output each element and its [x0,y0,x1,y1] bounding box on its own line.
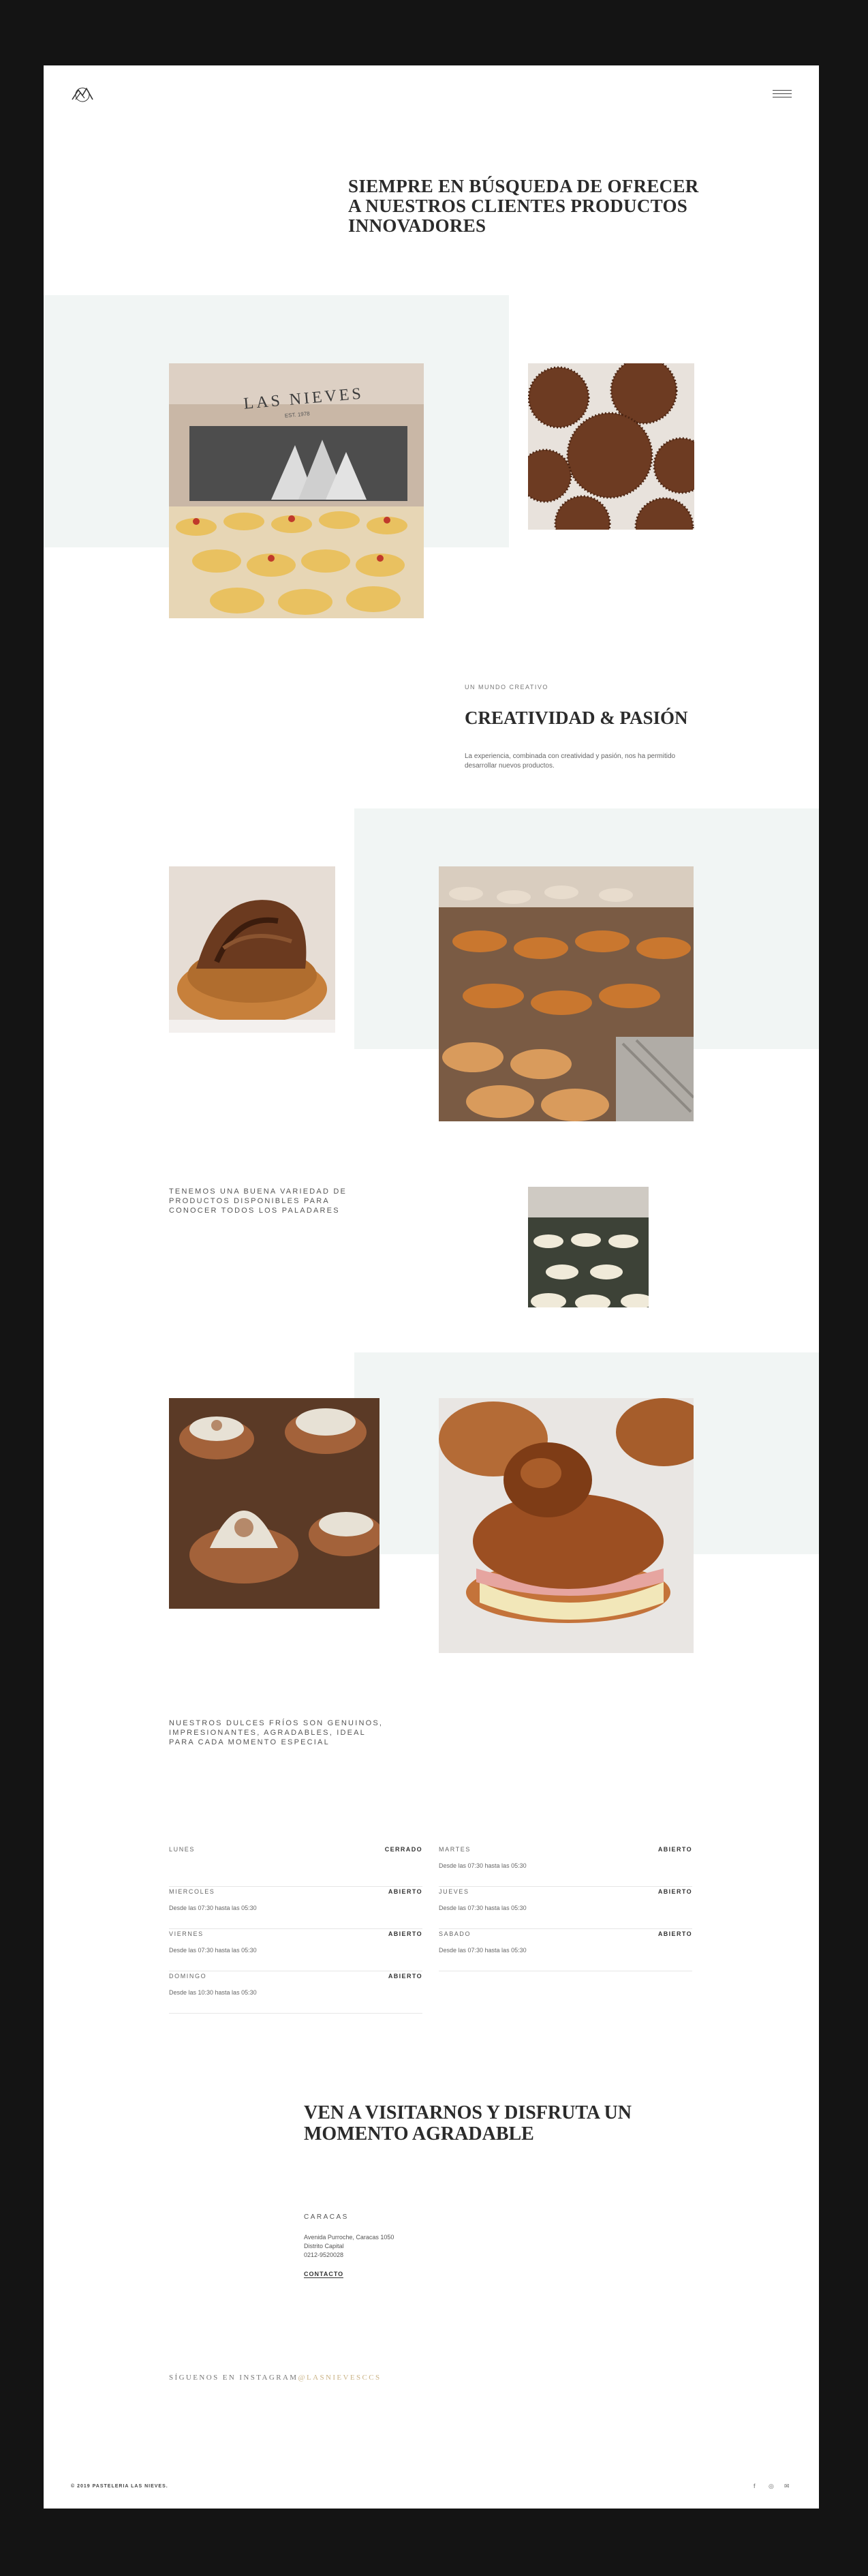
address-line: Distrito Capital [304,2243,344,2249]
hero-title: SIEMPRE EN BÚSQUEDA DE OFRECER A NUESTRO… [348,176,699,236]
hours-time: Desde las 07:30 hasta las 05:30 [439,1947,527,1954]
hours-day: VIERNES [169,1930,204,1937]
hours-status: ABIERTO [388,1930,422,1937]
hours-status: ABIERTO [388,1888,422,1895]
hours-status: ABIERTO [657,1846,692,1853]
contact-link[interactable]: CONTACTO [304,2271,344,2278]
hours-row: VIERNES ABIERTO Desde las 07:30 hasta la… [169,1930,422,1971]
cakes-photo [528,1187,649,1307]
sandwich-bun-photo [439,1398,694,1653]
phone-number: 0212-9520028 [304,2252,344,2258]
location-city: CARACAS [304,2213,349,2221]
hours-day: LUNES [169,1846,196,1853]
hours-time: Desde las 07:30 hasta las 05:30 [169,1905,257,1911]
hours-time: Desde las 07:30 hasta las 05:30 [169,1947,257,1954]
hours-row: MARTES ABIERTO Desde las 07:30 hasta las… [439,1846,692,1887]
hours-day: MARTES [439,1846,471,1853]
hours-time: Desde las 10:30 hasta las 05:30 [169,1989,257,1996]
hours-row: MIERCOLES ABIERTO Desde las 07:30 hasta … [169,1888,422,1929]
hours-row: LUNES CERRADO [169,1846,422,1887]
copyright: © 2019 PASTELERIA LAS NIEVES. [71,2484,168,2489]
instagram-follow: SÍGUENOS EN INSTAGRAM@LASNIEVESCCS [169,2374,381,2382]
address-line: Avenida Purroche, Caracas 1050 [304,2234,394,2241]
storefront-photo: LAS NIEVES EST. 1978 [169,363,424,618]
cold-sweets-caption: NUESTROS DULCES FRÍOS SON GENUINOS, IMPR… [169,1719,384,1746]
hours-row: DOMINGO ABIERTO Desde las 10:30 hasta la… [169,1973,422,2014]
page-content: SIEMPRE EN BÚSQUEDA DE OFRECER A NUESTRO… [44,65,819,2509]
facebook-icon[interactable]: f [754,2483,756,2489]
pastry-display-photo [439,866,694,1121]
hours-time: Desde las 07:30 hasta las 05:30 [439,1862,527,1869]
visit-title: VEN A VISITARNOS Y DISFRUTA UN MOMENTO A… [304,2102,632,2145]
creative-title: CREATIVIDAD & PASIÓN [465,708,688,728]
hours-status: ABIERTO [388,1973,422,1980]
hours-status: ABIERTO [657,1930,692,1937]
chocolate-tart-photo [169,866,335,1033]
hours-status: CERRADO [384,1846,422,1853]
meringue-tarts-photo [169,1398,379,1609]
hours-status: ABIERTO [657,1888,692,1895]
brigadeiros-photo [528,363,694,530]
hours-day: JUEVES [439,1888,469,1895]
mountain-logo-icon[interactable] [71,86,94,102]
hours-day: MIERCOLES [169,1888,215,1895]
hamburger-menu-icon[interactable] [773,87,792,101]
instagram-handle-link[interactable]: @LASNIEVESCCS [298,2374,381,2382]
hours-day: DOMINGO [169,1973,207,1980]
hours-day: SABADO [439,1930,471,1937]
creative-description: La experiencia, combinada con creativida… [465,753,676,770]
hours-row: SABADO ABIERTO Desde las 07:30 hasta las… [439,1930,692,1971]
hours-time: Desde las 07:30 hasta las 05:30 [439,1905,527,1911]
variety-caption: TENEMOS UNA BUENA VARIEDAD DE PRODUCTOS … [169,1187,347,1215]
location-address: Avenida Purroche, Caracas 1050 Distrito … [304,2233,394,2260]
creative-label: UN MUNDO CREATIVO [465,684,548,691]
hours-row: JUEVES ABIERTO Desde las 07:30 hasta las… [439,1888,692,1929]
instagram-label: SÍGUENOS EN INSTAGRAM [169,2374,298,2382]
email-icon[interactable]: ✉ [784,2483,790,2490]
instagram-icon[interactable]: ◎ [769,2483,774,2490]
